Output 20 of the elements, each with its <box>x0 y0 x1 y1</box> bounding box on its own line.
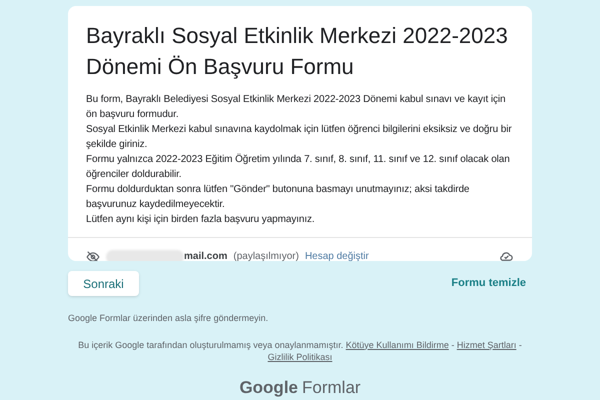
footer-link[interactable]: Gizlilik Politikası <box>268 352 332 362</box>
footer-link[interactable]: Hizmet Şartları <box>456 340 516 350</box>
description-text: Sosyal Etkinlik Merkezi kabul sınavına kaydolmak için lütfen öğrenci bilgilerini eksiksiz ve doğru bir şekilde giriniz. <box>86 123 513 152</box>
hidden-eye-icon <box>86 250 100 261</box>
password-warning: Google Formlar üzerinden asla şifre göndermeyin. <box>68 312 270 325</box>
google-forms-logo: Google Formlar <box>239 376 361 399</box>
account-email: mail.com <box>184 250 228 261</box>
disclaimer-text: Bu içerik Google tarafından oluşturulmamış veya onaylanmamıştır. Kötüye Kullanımı Bildirme - Hizmet Şartları - Gizlilik Politikası <box>77 338 523 362</box>
description-text: Bu form, Bayraklı Belediyesi Sosyal Etkinlik Merkezi 2022-2023 Dönemi kabul sınavı ve kayıt için ön başvuru formudur. <box>86 93 506 122</box>
link-separator: - <box>518 340 522 350</box>
description-text: Formu doldurduktan sonra lütfen "Gönder" butonuna basmayı unutmayınız; aksi takdirde başvurunuz kaydedilmeyecektir. <box>86 183 470 212</box>
sharing-status: (paylaşılmıyor) <box>233 250 299 261</box>
next-button[interactable]: Sonraki <box>68 271 139 296</box>
switch-account-link[interactable]: Hesap değiştir <box>304 249 369 261</box>
description-text: Formu yalnızca 2022-2023 Eğitim Öğretim yılında 7. sınıf, 8. sınıf, 11. sınıf ve 12. sınıf olacak olan öğrenciler doldurabilir. <box>86 152 511 182</box>
form-title: Bayraklı Sosyal Etkinlik Merkezi 2022-2023 Dönemi Ön Başvuru Formu <box>86 22 509 81</box>
footer-link[interactable]: Kötüye Kullanımı Bildirme <box>346 340 449 350</box>
clear-form-link[interactable]: Formu temizle <box>451 275 526 292</box>
link-separator: - <box>450 340 456 350</box>
description-text: Lütfen aynı kişi için birden fazla başvuru yapmayınız. <box>86 213 316 227</box>
